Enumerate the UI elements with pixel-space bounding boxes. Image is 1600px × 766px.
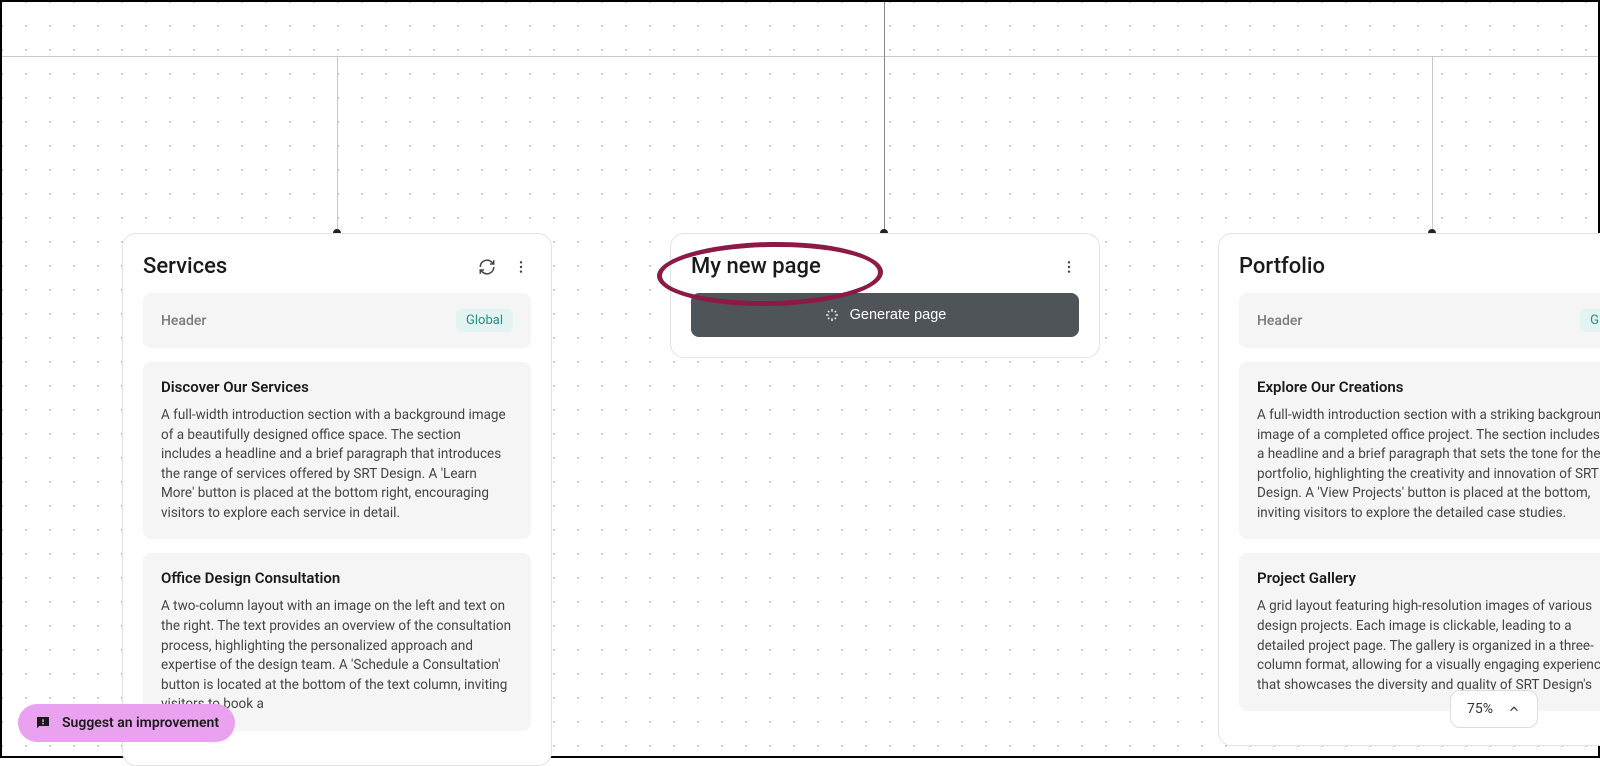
section-header[interactable]: Header Global [143, 293, 531, 348]
card-title-newpage: My new page [691, 254, 821, 279]
global-tag: Global [456, 309, 513, 332]
card-newpage[interactable]: My new page Generate page [670, 233, 1100, 358]
section-body: A grid layout featuring high-resolution … [1257, 597, 1600, 695]
section-body: A full-width introduction section with a… [1257, 406, 1600, 523]
generate-page-label: Generate page [850, 307, 947, 323]
refresh-icon[interactable] [477, 257, 497, 277]
card-title-services: Services [143, 254, 227, 279]
connector-line-center [884, 2, 885, 232]
chevron-up-icon [1507, 702, 1521, 716]
more-vertical-icon[interactable] [1059, 257, 1079, 277]
global-tag: G [1580, 309, 1600, 332]
card-title-portfolio: Portfolio [1239, 254, 1325, 279]
section-header[interactable]: Header G [1239, 293, 1600, 348]
zoom-label: 75% [1467, 701, 1493, 717]
section-header-label: Header [1257, 313, 1302, 329]
more-vertical-icon[interactable] [511, 257, 531, 277]
card-services[interactable]: Services Header Global Discover Our Serv… [122, 233, 552, 766]
top-divider [2, 56, 1598, 57]
generate-page-button[interactable]: Generate page [691, 293, 1079, 337]
section-block[interactable]: Explore Our Creations A full-width intro… [1239, 362, 1600, 539]
section-title: Project Gallery [1257, 569, 1600, 587]
connector-line-left [337, 56, 338, 232]
connector-line-right [1432, 56, 1433, 232]
section-block[interactable]: Project Gallery A grid layout featuring … [1239, 553, 1600, 711]
section-title: Explore Our Creations [1257, 378, 1600, 396]
suggest-improvement-button[interactable]: Suggest an improvement [18, 704, 235, 742]
section-title: Discover Our Services [161, 378, 513, 396]
section-body: A two-column layout with an image on the… [161, 597, 513, 714]
feedback-icon [34, 714, 52, 732]
section-header-label: Header [161, 313, 206, 329]
zoom-control[interactable]: 75% [1450, 690, 1538, 728]
section-title: Office Design Consultation [161, 569, 513, 587]
section-body: A full-width introduction section with a… [161, 406, 513, 523]
suggest-improvement-label: Suggest an improvement [62, 715, 219, 731]
card-portfolio[interactable]: Portfolio Header G Explore Our Creations… [1218, 233, 1600, 746]
section-block[interactable]: Discover Our Services A full-width intro… [143, 362, 531, 539]
sparkle-icon [824, 307, 840, 323]
